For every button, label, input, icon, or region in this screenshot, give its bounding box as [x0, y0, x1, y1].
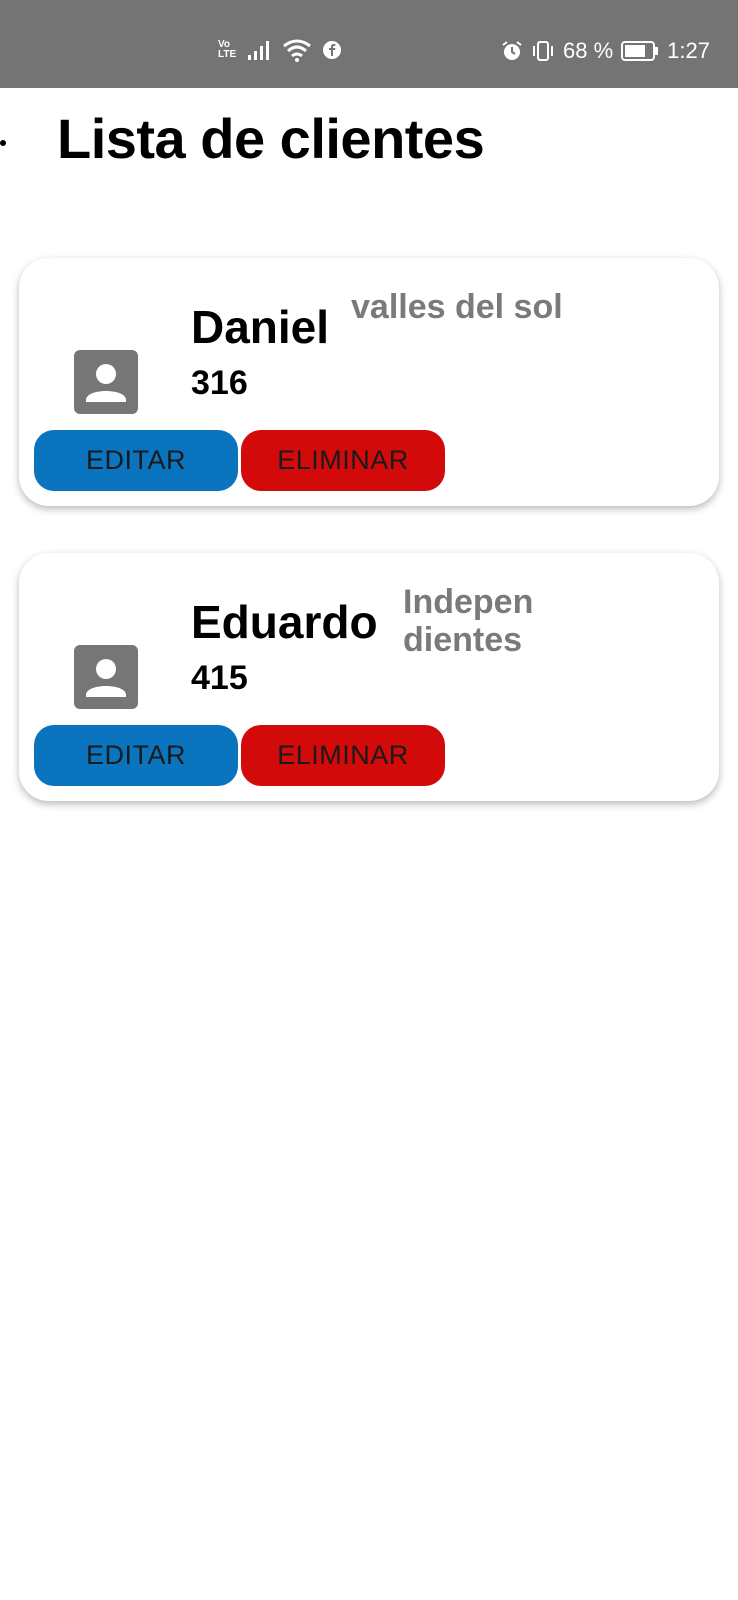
- vibrate-icon: [533, 41, 554, 61]
- delete-button[interactable]: ELIMINAR: [241, 725, 445, 786]
- client-name: Eduardo: [191, 596, 378, 648]
- signal-icon: [248, 41, 270, 60]
- edit-button[interactable]: EDITAR: [34, 430, 238, 491]
- client-address: Independientes: [403, 583, 534, 659]
- contact-avatar-icon: [74, 645, 138, 709]
- facebook-icon: [323, 41, 342, 59]
- client-number: 415: [191, 659, 248, 697]
- contact-avatar-icon: [74, 350, 138, 414]
- clock: 1:27: [667, 38, 710, 63]
- client-card: Eduardo Independientes 415 EDITAR ELIMIN…: [19, 553, 719, 801]
- wifi-icon: [283, 39, 312, 62]
- client-name: Daniel: [191, 301, 330, 353]
- status-left: Vo LTE: [218, 38, 342, 62]
- battery-icon: [621, 41, 659, 61]
- edit-button[interactable]: EDITAR: [34, 725, 238, 786]
- delete-button[interactable]: ELIMINAR: [241, 430, 445, 491]
- client-number: 316: [191, 364, 248, 402]
- back-arrow-icon[interactable]: [0, 140, 6, 146]
- status-right: 68 % 1:27: [501, 38, 710, 64]
- status-bar: Vo LTE 68 % 1:27: [0, 0, 738, 88]
- client-card: Daniel valles del sol 316 EDITAR ELIMINA…: [19, 258, 719, 506]
- battery-percent: 68 %: [563, 38, 614, 63]
- client-address: valles del sol: [351, 288, 563, 326]
- volte-indicator: Vo LTE: [218, 40, 236, 60]
- volte-bottom: LTE: [218, 49, 237, 60]
- alarm-icon: [502, 41, 522, 60]
- page-title: Lista de clientes: [57, 107, 485, 170]
